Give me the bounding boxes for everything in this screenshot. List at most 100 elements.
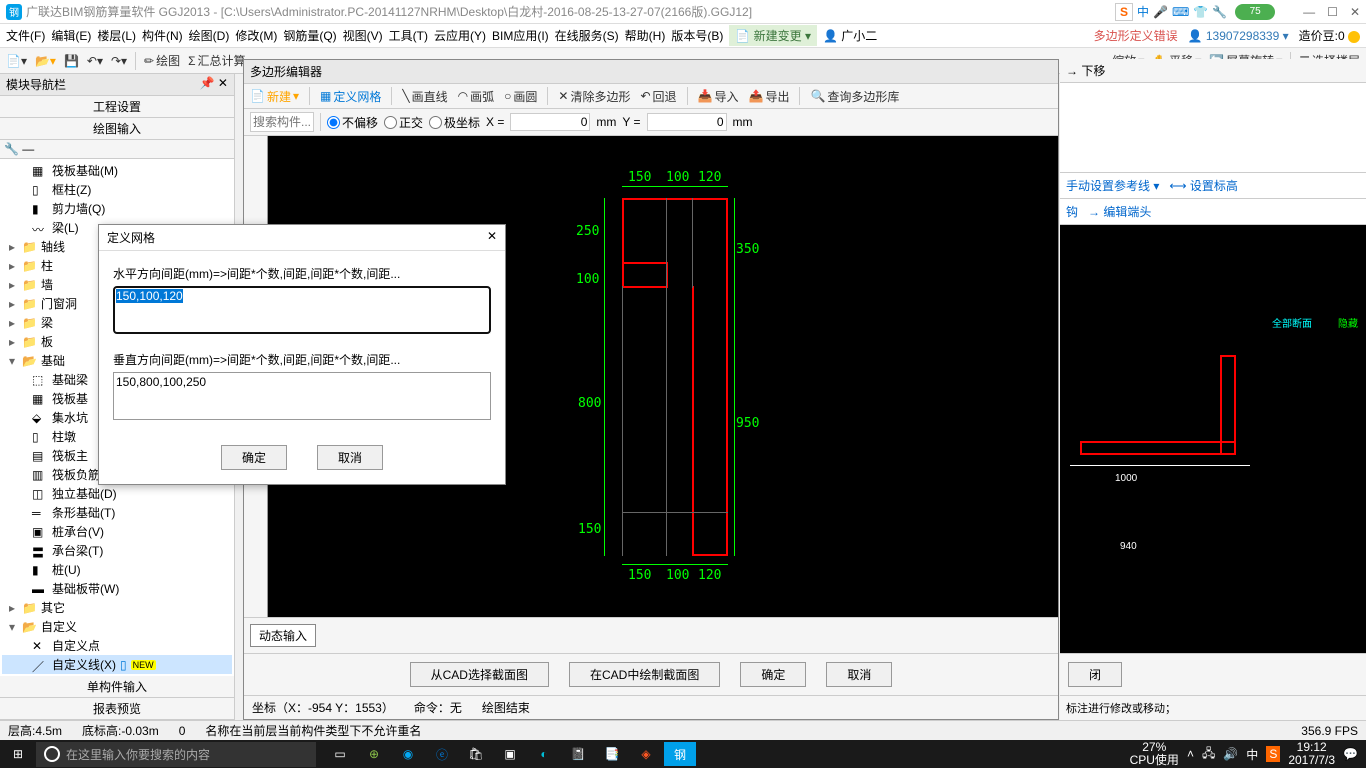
clear-polygon-button[interactable]: ✕ 清除多边形 <box>558 88 630 105</box>
open-button[interactable]: 📂▾ <box>35 54 56 68</box>
tree-item[interactable]: ▦筏板基础(M) <box>2 161 232 180</box>
app-icon[interactable]: 📑 <box>596 742 628 766</box>
tray-ime-icon[interactable]: 中 <box>1246 746 1258 763</box>
menu-cloud[interactable]: 云应用(Y) <box>434 27 486 44</box>
edit-end-button[interactable]: → 编辑端头 <box>1088 203 1151 220</box>
engineering-section[interactable]: 工程设置 <box>0 96 234 118</box>
draw-line-button[interactable]: ╲ 画直线 <box>402 88 447 105</box>
menu-file[interactable]: 文件(F) <box>6 27 45 44</box>
tree-group-custom[interactable]: ▾📂 自定义 <box>2 617 232 636</box>
save-button[interactable]: 💾 <box>64 54 79 68</box>
export-button[interactable]: 📤 导出 <box>749 88 790 105</box>
app-icon[interactable]: 📓 <box>562 742 594 766</box>
new-change-button[interactable]: 📄 新建变更 ▾ <box>729 25 817 46</box>
menu-online[interactable]: 在线服务(S) <box>555 27 619 44</box>
sogou-icon[interactable]: S <box>1115 3 1133 21</box>
cad-select-button[interactable]: 从CAD选择截面图 <box>410 662 549 687</box>
draw-tool[interactable]: ✏ 绘图 <box>144 52 180 69</box>
menu-edit[interactable]: 编辑(E) <box>51 27 91 44</box>
app-icon[interactable]: ⓔ <box>426 742 458 766</box>
menu-rebar[interactable]: 钢筋量(Q) <box>283 27 336 44</box>
menu-tool[interactable]: 工具(T) <box>389 27 428 44</box>
set-elev-button[interactable]: ⟷ 设置标高 <box>1169 177 1238 194</box>
app-icon[interactable]: ◈ <box>630 742 662 766</box>
app-icon[interactable]: ◐ <box>528 742 560 766</box>
right-move-down[interactable]: → 下移 <box>1066 62 1105 79</box>
tree-item[interactable]: ═条形基础(T) <box>2 503 232 522</box>
menu-version[interactable]: 版本号(B) <box>671 27 723 44</box>
poly-ok-button[interactable]: 确定 <box>740 662 806 687</box>
ortho-radio[interactable]: 正交 <box>384 114 423 131</box>
tree-item[interactable]: ◫独立基础(D) <box>2 484 232 503</box>
query-button[interactable]: 🔍 查询多边形库 <box>810 88 899 105</box>
menu-view[interactable]: 视图(V) <box>343 27 383 44</box>
import-button[interactable]: 📥 导入 <box>698 88 739 105</box>
define-grid-button[interactable]: ▦ 定义网格 <box>320 88 381 105</box>
search-input[interactable] <box>250 112 314 132</box>
dialog-ok-button[interactable]: 确定 <box>221 445 287 470</box>
app-icon[interactable]: 钢 <box>664 742 696 766</box>
menu-modify[interactable]: 修改(M) <box>235 27 277 44</box>
clock-date[interactable]: 2017/7/3 <box>1288 754 1335 767</box>
ime-kb-icon[interactable]: ⌨ <box>1172 5 1189 19</box>
ime-hanger-icon[interactable]: 👕 <box>1193 5 1208 19</box>
draw-input-section[interactable]: 绘图输入 <box>0 118 234 140</box>
undo-button[interactable]: ↶▾ <box>87 54 103 68</box>
app-icon[interactable]: ▭ <box>324 742 356 766</box>
tray-notification-icon[interactable]: 💬 <box>1343 747 1358 761</box>
menu-floor[interactable]: 楼层(L) <box>97 27 136 44</box>
redo-button[interactable]: ↷▾ <box>111 54 127 68</box>
cad-draw-button[interactable]: 在CAD中绘制截面图 <box>569 662 720 687</box>
tree-item[interactable]: ▮桩(U) <box>2 560 232 579</box>
menu-help[interactable]: 帮助(H) <box>625 27 666 44</box>
menu-bim[interactable]: BIM应用(I) <box>492 27 549 44</box>
ime-wrench-icon[interactable]: 🔧 <box>1212 5 1227 19</box>
app-icon[interactable]: ◉ <box>392 742 424 766</box>
h-spacing-input[interactable]: 150,100,120 <box>113 286 491 334</box>
user-id[interactable]: 👤 13907298339 ▾ <box>1188 29 1289 43</box>
single-input-section[interactable]: 单构件输入 <box>0 676 234 698</box>
panel-pin-icon[interactable]: 📌 ✕ <box>200 76 228 93</box>
tree-item[interactable]: ▯框柱(Z) <box>2 180 232 199</box>
tray-sogou-icon[interactable]: S <box>1266 746 1280 762</box>
new-file-button[interactable]: 📄▾ <box>6 54 27 68</box>
app-icon[interactable]: 🛍 <box>460 742 492 766</box>
x-input[interactable] <box>510 113 590 131</box>
poly-new-button[interactable]: 📄 新建 ▾ <box>250 88 299 105</box>
hook-button[interactable]: 钩 <box>1066 203 1078 220</box>
ime-lang[interactable]: 中 <box>1137 3 1149 20</box>
tree-item[interactable]: ✕自定义点 <box>2 636 232 655</box>
y-input[interactable] <box>647 113 727 131</box>
menu-member[interactable]: 构件(N) <box>142 27 183 44</box>
ime-mic-icon[interactable]: 🎤 <box>1153 5 1168 19</box>
panel-tabs[interactable]: 🔧 — <box>0 140 234 159</box>
dialog-close-icon[interactable]: ✕ <box>487 229 497 246</box>
gxe-link[interactable]: 👤 广小二 <box>823 27 877 44</box>
tree-item[interactable]: ▣桩承台(V) <box>2 522 232 541</box>
right-close-button[interactable]: 闭 <box>1068 662 1122 687</box>
draw-arc-button[interactable]: ◠ 画弧 <box>458 88 495 105</box>
minimize-button[interactable]: — <box>1303 5 1315 19</box>
tray-volume-icon[interactable]: 🔊 <box>1223 747 1238 761</box>
tray-network-icon[interactable]: 🖧 <box>1202 744 1215 765</box>
draw-circle-button[interactable]: ○ 画圆 <box>504 88 537 105</box>
tree-group-other[interactable]: ▸📁 其它 <box>2 598 232 617</box>
dialog-cancel-button[interactable]: 取消 <box>317 445 383 470</box>
tree-item[interactable]: 〓承台梁(T) <box>2 541 232 560</box>
menu-draw[interactable]: 绘图(D) <box>189 27 230 44</box>
app-icon[interactable]: ▣ <box>494 742 526 766</box>
poly-cancel-button[interactable]: 取消 <box>826 662 892 687</box>
v-spacing-input[interactable]: 150,800,100,250 <box>113 372 491 420</box>
back-button[interactable]: ↶ 回退 <box>640 88 676 105</box>
report-section[interactable]: 报表预览 <box>0 698 234 720</box>
close-button[interactable]: ✕ <box>1350 5 1360 19</box>
taskbar-search[interactable]: 在这里输入你要搜索的内容 <box>36 742 316 767</box>
maximize-button[interactable]: ☐ <box>1327 5 1338 19</box>
tray-up-icon[interactable]: ˄ <box>1187 747 1194 761</box>
manual-ref-button[interactable]: 手动设置参考线 ▾ <box>1066 177 1159 194</box>
dynamic-input-button[interactable]: 动态输入 <box>250 624 316 647</box>
tree-item[interactable]: ▮剪力墙(Q) <box>2 199 232 218</box>
no-offset-radio[interactable]: 不偏移 <box>327 114 378 131</box>
tree-item-selected[interactable]: ／自定义线(X)▯NEW <box>2 655 232 674</box>
start-button[interactable]: ⊞ <box>0 747 36 761</box>
